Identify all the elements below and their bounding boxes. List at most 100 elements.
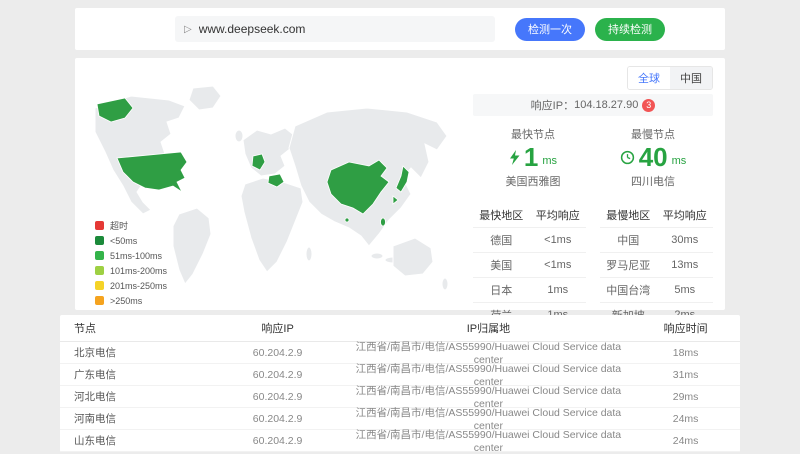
slowest-node-location: 四川电信	[593, 173, 713, 189]
slowest-node-value: 40	[639, 143, 668, 171]
time-cell: 18ms	[631, 347, 740, 359]
node-cell: 北京电信	[60, 345, 210, 360]
time-cell: 24ms	[631, 435, 740, 447]
legend-swatch-red	[95, 221, 104, 230]
search-bar: ▷ 检测一次 持续检测	[75, 8, 725, 50]
fastest-node-location: 美国西雅图	[473, 173, 593, 189]
legend-label: 201ms-250ms	[110, 281, 167, 291]
region-cell: 中国	[600, 232, 657, 248]
legend-item-gt250: >250ms	[95, 293, 167, 308]
latency-cell: 13ms	[657, 259, 714, 271]
column-header-time: 响应时间	[631, 320, 740, 336]
table-header-row: 节点 响应IP IP归属地 响应时间	[60, 315, 740, 342]
tab-global[interactable]: 全球	[628, 67, 670, 89]
slowest-regions-table: 最慢地区 平均响应 中国 30ms 罗马尼亚 13ms 中国台湾 5ms 新加坡	[600, 203, 713, 328]
region-cell: 美国	[473, 257, 530, 273]
region-cell: 德国	[473, 232, 530, 248]
legend-item-timeout: 超时	[95, 218, 167, 233]
legend-swatch-green	[95, 251, 104, 260]
region-cell: 罗马尼亚	[600, 257, 657, 273]
nodes-table: 节点 响应IP IP归属地 响应时间 北京电信 60.204.2.9 江西省/南…	[60, 315, 740, 452]
legend-swatch-lightgreen	[95, 266, 104, 275]
column-header-node: 节点	[60, 320, 210, 336]
region-cell: 日本	[473, 282, 530, 298]
legend-label: <50ms	[110, 236, 137, 246]
result-panel: 超时 <50ms 51ms-100ms 101ms-200ms 201ms-25…	[75, 58, 725, 310]
node-stats: 最快节点 1 ms 美国西雅图 最慢节点	[473, 126, 713, 189]
legend-label: 超时	[110, 219, 128, 232]
map-europe	[243, 128, 295, 176]
time-cell: 31ms	[631, 369, 740, 381]
fastest-node-unit: ms	[542, 155, 557, 167]
latency-cell: 5ms	[657, 284, 714, 296]
fastest-node-title: 最快节点	[473, 126, 593, 142]
latency-cell: 1ms	[530, 284, 587, 296]
map-australia	[393, 238, 433, 276]
ip-cell: 60.204.2.9	[210, 435, 346, 447]
summary-column: 响应IP： 104.18.27.90 3 最快节点 1 ms 美国西雅图 最慢节…	[473, 94, 713, 328]
table-row: 德国 <1ms	[473, 228, 586, 253]
continuous-test-button[interactable]: 持续检测	[595, 18, 665, 41]
url-input[interactable]	[199, 22, 486, 36]
latency-cell: 30ms	[657, 234, 714, 246]
legend-swatch-darkgreen	[95, 236, 104, 245]
tab-china[interactable]: 中国	[670, 67, 712, 89]
legend-label: 101ms-200ms	[110, 266, 167, 276]
legend-label: 51ms-100ms	[110, 251, 162, 261]
node-cell: 山东电信	[60, 433, 210, 448]
legend-item-101-200: 101ms-200ms	[95, 263, 167, 278]
legend-label: >250ms	[110, 296, 142, 306]
map-uk	[235, 130, 243, 142]
map-madagascar	[306, 247, 312, 261]
table-row: 中国台湾 5ms	[600, 278, 713, 303]
view-switch: 全球 中国	[627, 66, 713, 90]
latency-cell: <1ms	[530, 259, 587, 271]
ip-cell: 60.204.2.9	[210, 391, 346, 403]
ip-cell: 60.204.2.9	[210, 347, 346, 359]
legend-swatch-yellow	[95, 281, 104, 290]
table-row: 日本 1ms	[473, 278, 586, 303]
time-cell: 24ms	[631, 413, 740, 425]
region-cell: 中国台湾	[600, 282, 657, 298]
map-island	[371, 253, 383, 259]
location-cell: 江西省/南昌市/电信/AS55990/Huawei Cloud Service …	[346, 427, 632, 454]
legend-item-201-250: 201ms-250ms	[95, 278, 167, 293]
legend-swatch-orange	[95, 296, 104, 305]
response-ip-bar: 响应IP： 104.18.27.90 3	[473, 94, 713, 116]
node-cell: 河北电信	[60, 389, 210, 404]
slowest-node-stat: 最慢节点 40 ms 四川电信	[593, 126, 713, 189]
legend-item-51-100: 51ms-100ms	[95, 248, 167, 263]
column-header: 最慢地区	[600, 207, 657, 223]
map-country-hainan	[345, 218, 349, 222]
legend-item-lt50: <50ms	[95, 233, 167, 248]
table-header-row: 最慢地区 平均响应	[600, 203, 713, 228]
latency-cell: <1ms	[530, 234, 587, 246]
fastest-regions-table: 最快地区 平均响应 德国 <1ms 美国 <1ms 日本 1ms 荷兰 1m	[473, 203, 586, 328]
slowest-node-title: 最慢节点	[593, 126, 713, 142]
clock-icon	[620, 150, 635, 165]
table-row: 中国 30ms	[600, 228, 713, 253]
response-ip-label: 响应IP：	[531, 97, 574, 113]
node-cell: 河南电信	[60, 411, 210, 426]
column-header: 最快地区	[473, 207, 530, 223]
lightning-icon	[509, 150, 520, 165]
map-legend: 超时 <50ms 51ms-100ms 101ms-200ms 201ms-25…	[95, 218, 167, 308]
column-header: 平均响应	[530, 207, 587, 223]
fastest-node-stat: 最快节点 1 ms 美国西雅图	[473, 126, 593, 189]
table-row: 美国 <1ms	[473, 253, 586, 278]
ip-count-badge[interactable]: 3	[642, 99, 655, 112]
url-input-wrap[interactable]: ▷	[175, 16, 495, 42]
time-cell: 29ms	[631, 391, 740, 403]
map-new-zealand	[442, 278, 448, 290]
response-ip-value: 104.18.27.90	[574, 99, 638, 111]
map-greenland	[189, 86, 221, 110]
column-header-ip: 响应IP	[210, 320, 346, 336]
column-header: 平均响应	[657, 207, 714, 223]
test-once-button[interactable]: 检测一次	[515, 18, 585, 41]
map-country-taiwan	[381, 218, 386, 226]
map-africa	[241, 178, 303, 272]
table-row: 罗马尼亚 13ms	[600, 253, 713, 278]
map-south-america	[173, 208, 211, 284]
ip-cell: 60.204.2.9	[210, 369, 346, 381]
table-header-row: 最快地区 平均响应	[473, 203, 586, 228]
